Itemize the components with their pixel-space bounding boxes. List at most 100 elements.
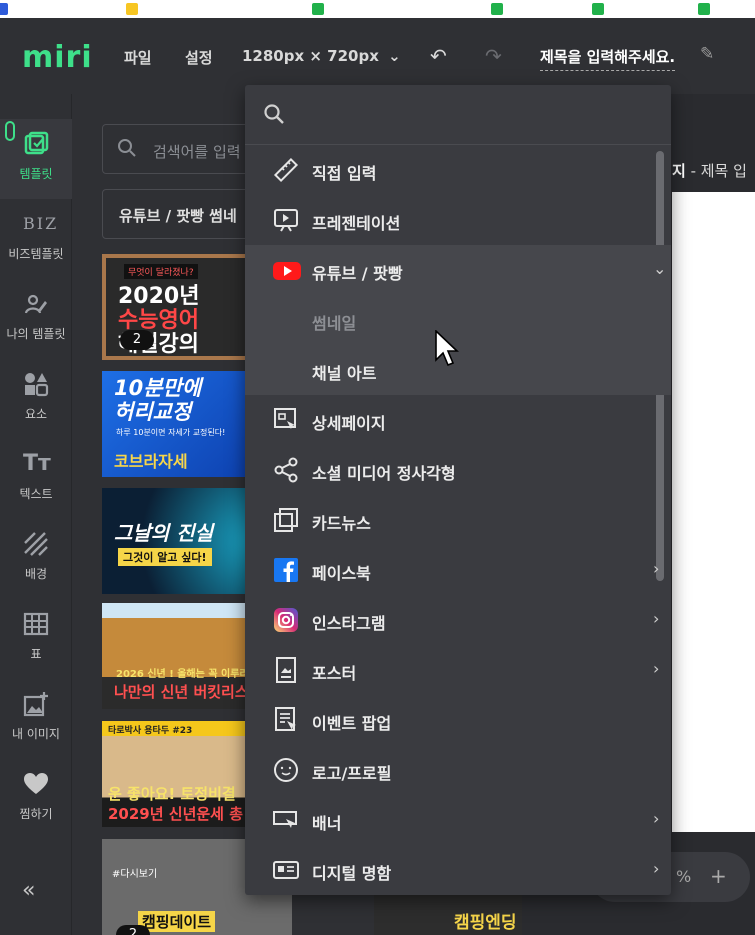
option-label: 상세페이지 [312,414,386,433]
miri-logo[interactable]: miri [22,40,93,75]
sidebar-label: 나의 템플릿 [6,327,66,341]
size-option-logo-profile[interactable]: 로고/프로필 [245,745,671,795]
event-popup-icon [273,707,299,733]
pencil-icon[interactable]: ✎ [700,44,714,64]
option-label: 이벤트 팝업 [312,714,392,733]
share-icon [273,457,299,483]
sidebar-label: 내 이미지 [12,727,60,741]
sidebar-item-background[interactable]: 배경 [0,519,72,599]
thumbnail-text: 2029년 신년운세 총 [108,805,243,823]
size-option-instagram[interactable]: 인스타그램 › [245,595,671,645]
size-option-facebook[interactable]: 페이스북 › [245,545,671,595]
business-card-icon [273,857,299,883]
biz-icon: BIZ [23,214,59,233]
bookmark-icon[interactable] [126,3,138,15]
option-label: 페이스북 [312,564,371,583]
sidebar-item-favorites[interactable]: 찜하기 [0,759,72,839]
zoom-in-button[interactable]: + [710,864,727,888]
thumbnail-text: 그것이 알고 싶다! [118,548,212,566]
sidebar-label: 비즈템플릿 [8,247,64,261]
heart-icon [23,771,49,797]
size-option-youtube[interactable]: 유튜브 / 팟빵 ⌄ [245,245,671,295]
thumbnail-text: 그날의 진실 [114,521,213,545]
size-option-direct-input[interactable]: 직접 입력 [245,145,671,195]
search-icon [117,138,137,163]
youtube-icon [273,257,301,283]
thumbnail-text: 2026 신년 ! 올해는 꼭 이루리라! [116,669,263,680]
zoom-percent: % [676,867,692,886]
option-label: 인스타그램 [312,614,386,633]
chevron-right-icon: › [653,609,660,628]
option-label: 카드뉴스 [312,514,371,533]
left-sidebar: 템플릿 BIZ 비즈템플릿 나의 템플릿 요소 Tт 텍스트 배경 표 내 이미… [0,94,72,935]
undo-icon[interactable]: ↶ [430,44,447,68]
thumbnail-tag: 하루 10분이면 자세가 교정된다! [116,428,226,437]
option-label: 디지털 명함 [312,864,392,883]
search-icon [263,103,285,130]
facebook-icon [273,557,299,583]
thumbnail-text: 운 좋아요! 토정비결 [108,785,236,803]
sidebar-label: 요소 [24,407,48,421]
browser-bookmark-bar [0,0,755,18]
bookmark-icon[interactable] [491,3,503,15]
text-icon: Tт [23,451,51,476]
chevron-down-icon: ⌄ [653,259,667,278]
ruler-icon [273,157,299,183]
thumbnail-text: 허리교정 [114,400,192,424]
size-search-input[interactable] [245,85,671,145]
logo-profile-icon [273,757,299,783]
canvas-page-title: 지 - 제목 입 [672,160,747,181]
collapse-sidebar-icon[interactable]: « [22,878,35,903]
chevron-right-icon: › [653,859,660,878]
sidebar-item-biz[interactable]: BIZ 비즈템플릿 [0,199,72,279]
size-option-banner[interactable]: 배너 › [245,795,671,845]
sidebar-item-table[interactable]: 표 [0,599,72,679]
presentation-icon [273,207,299,233]
mouse-cursor-icon [435,329,459,372]
size-option-presentation[interactable]: 프레젠테이션 [245,195,671,245]
option-label: 채널 아트 [312,364,377,383]
menu-file[interactable]: 파일 [124,47,152,68]
thumbnail-text: 나만의 신년 버킷리스트 [114,683,263,701]
thumbnail-text: 코브라자세 [114,452,188,471]
canvas-size-label: 1280px × 720px [242,47,379,65]
thumbnail-text: 2020년 [118,284,200,309]
detail-page-icon [273,407,299,433]
bookmark-icon[interactable] [698,3,710,15]
size-category-list: 직접 입력 프레젠테이션 유튜브 / 팟빵 ⌄ 썸네일 채널 아트 상세페이지 [245,145,671,895]
size-option-social-square[interactable]: 소셜 미디어 정사각형 [245,445,671,495]
thumbnail-text: 수능영어 [118,308,199,333]
sidebar-item-my-image[interactable]: 내 이미지 [0,679,72,759]
page-count-badge: 2 [116,925,150,935]
scroll-indicator [5,121,15,141]
background-icon [23,531,49,557]
poster-icon [273,657,299,683]
sidebar-label: 템플릿 [19,167,53,181]
template-icon [23,131,49,157]
canvas-title-rest: - 제목 입 [685,162,747,180]
menu-settings[interactable]: 설정 [185,47,213,68]
document-title[interactable]: 제목을 입력해주세요. [540,46,676,71]
sidebar-item-my-template[interactable]: 나의 템플릿 [0,279,72,359]
size-option-cardnews[interactable]: 카드뉴스 [245,495,671,545]
canvas-size-select[interactable]: 1280px × 720px ⌄ [242,47,401,65]
sidebar-label: 배경 [24,567,48,581]
bookmark-icon[interactable] [0,3,8,15]
size-option-poster[interactable]: 포스터 › [245,645,671,695]
elements-icon [23,371,49,397]
redo-icon[interactable]: ↷ [485,44,502,68]
option-label: 썸네일 [312,314,357,333]
size-option-event-popup[interactable]: 이벤트 팝업 [245,695,671,745]
bookmark-icon[interactable] [312,3,324,15]
bookmark-icon[interactable] [592,3,604,15]
design-canvas[interactable] [672,192,755,832]
size-option-digital-card[interactable]: 디지털 명함 › [245,845,671,895]
sidebar-item-elements[interactable]: 요소 [0,359,72,439]
sidebar-item-text[interactable]: Tт 텍스트 [0,439,72,519]
option-label: 소셜 미디어 정사각형 [312,464,456,483]
canvas-size-dropdown: 직접 입력 프레젠테이션 유튜브 / 팟빵 ⌄ 썸네일 채널 아트 상세페이지 [245,85,671,895]
cardnews-icon [273,507,299,533]
sidebar-label: 텍스트 [19,487,53,501]
size-option-detail-page[interactable]: 상세페이지 [245,395,671,445]
option-label: 유튜브 / 팟빵 [312,264,403,283]
